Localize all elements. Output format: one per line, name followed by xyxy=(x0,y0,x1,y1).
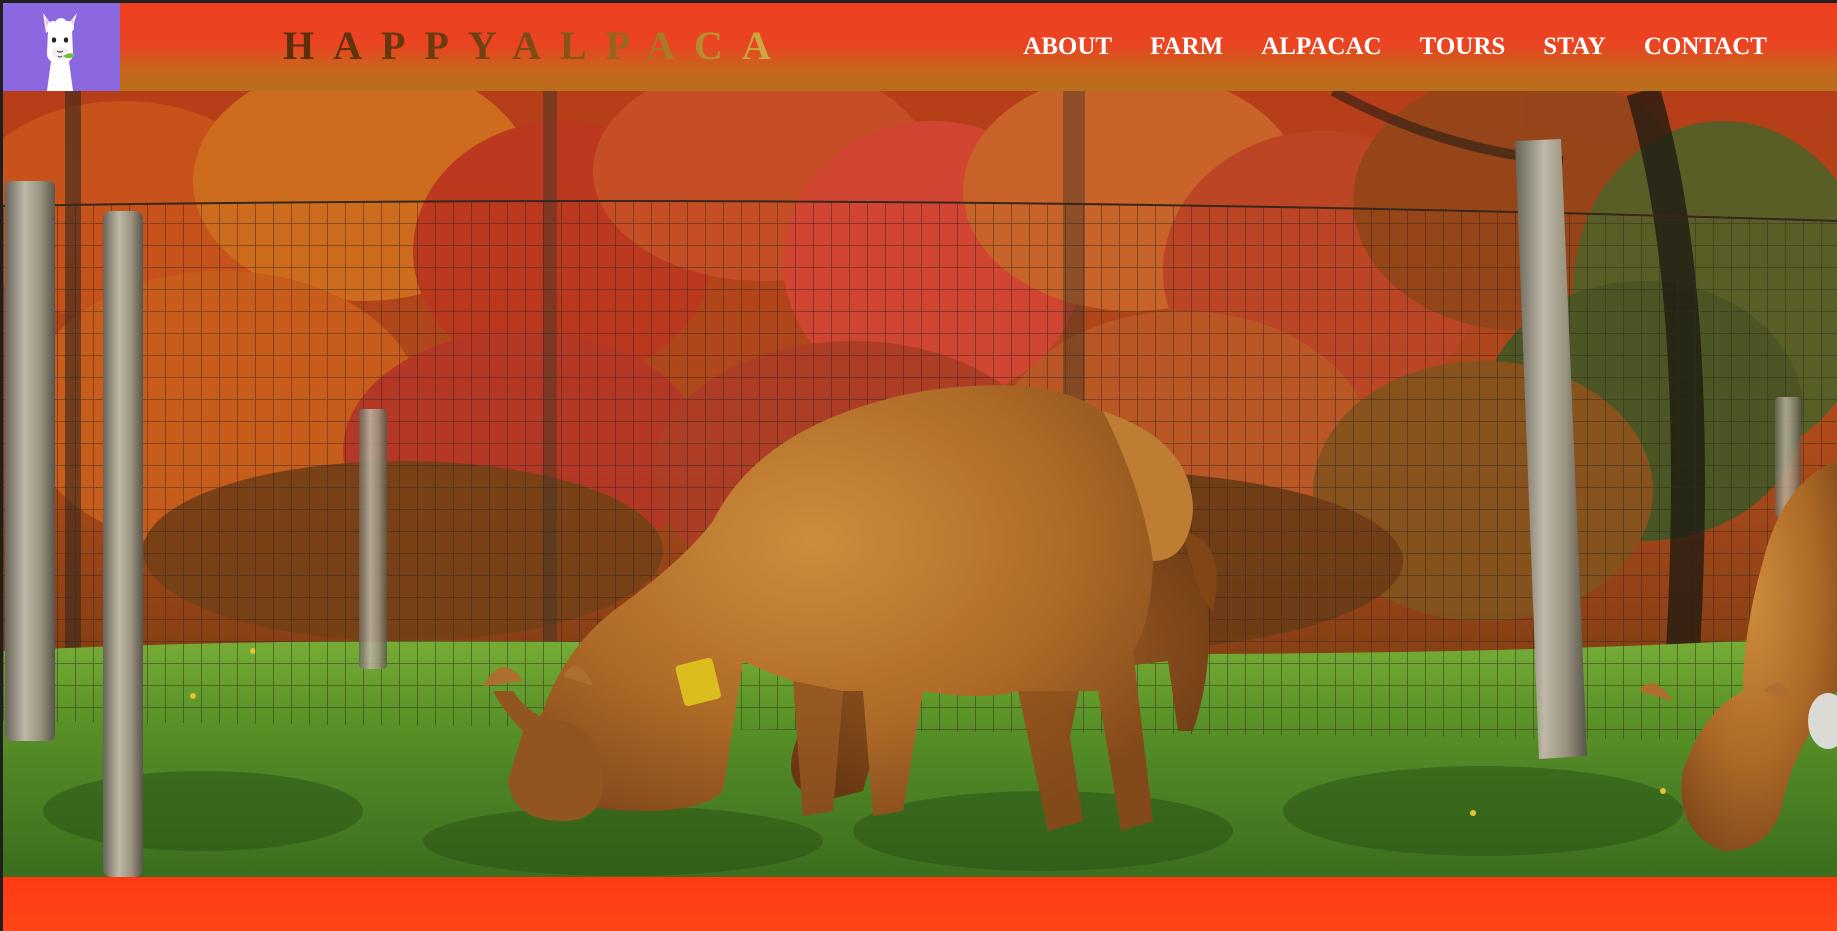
nav-contact[interactable]: CONTACT xyxy=(1644,29,1767,65)
hero-image xyxy=(3,91,1837,877)
nav-tours[interactable]: TOURS xyxy=(1420,29,1506,65)
main-nav: ABOUT FARM ALPACAC TOURS STAY CONTACT xyxy=(1023,29,1767,65)
logo-link[interactable] xyxy=(3,3,120,91)
alpaca-logo-icon xyxy=(43,13,77,91)
brand-name[interactable]: HAPPYALPACA xyxy=(283,21,790,71)
alpacas-grazing-photo xyxy=(3,91,1837,877)
bottom-band xyxy=(3,877,1837,931)
nav-alpacac[interactable]: ALPACAC xyxy=(1261,29,1381,65)
nav-about[interactable]: ABOUT xyxy=(1023,29,1112,65)
nav-farm[interactable]: FARM xyxy=(1150,29,1223,65)
page: HAPPYALPACA ABOUT FARM ALPACAC TOURS STA… xyxy=(3,3,1837,931)
site-header: HAPPYALPACA ABOUT FARM ALPACAC TOURS STA… xyxy=(3,3,1837,91)
nav-stay[interactable]: STAY xyxy=(1543,29,1606,65)
